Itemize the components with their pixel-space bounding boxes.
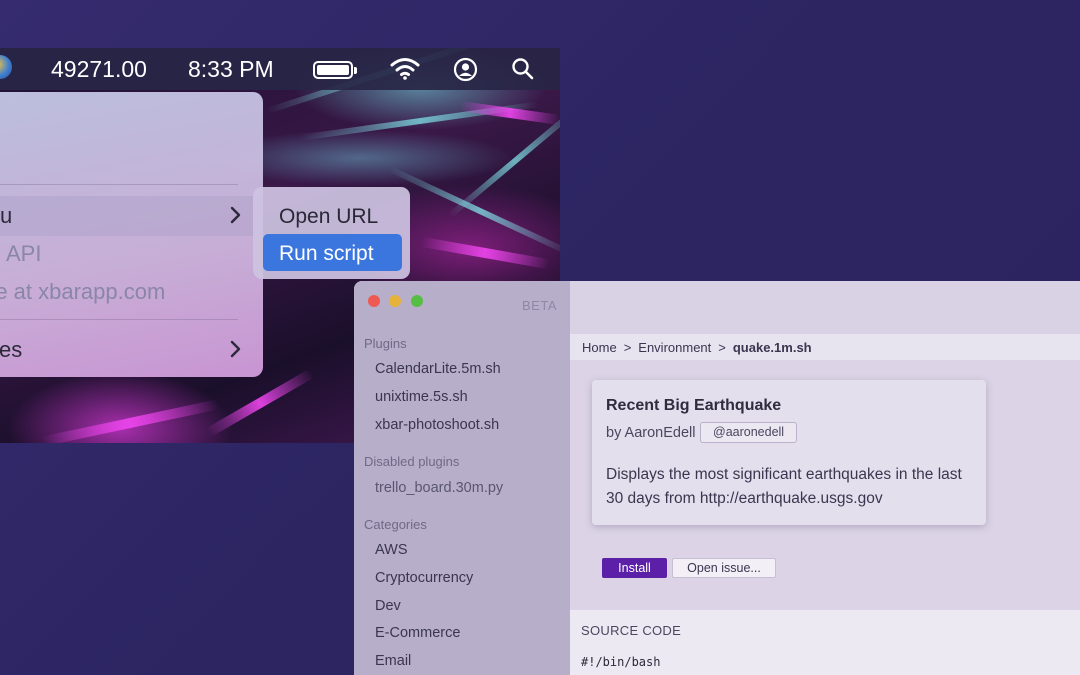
xbar-app-window: BETA Plugins CalendarLite.5m.sh unixtime… [354, 281, 1080, 675]
menu-item-preferences[interactable]: ces [0, 330, 263, 370]
sidebar-item-plugin[interactable]: xbar-photoshoot.sh [375, 417, 499, 433]
submenu: Open URL Run script [253, 187, 410, 279]
plugin-description: Displays the most significant earthquake… [606, 466, 962, 507]
sidebar-item-category[interactable]: Dev [375, 598, 401, 614]
submenu-open-url[interactable]: Open URL [263, 197, 402, 234]
menu-separator [0, 184, 238, 185]
install-button[interactable]: Install [602, 558, 667, 578]
source-code-block: #!/bin/bash [581, 655, 661, 669]
plugin-author: by AaronEdell [606, 425, 696, 441]
menu-separator [0, 319, 238, 320]
menu-item-xbarapp[interactable]: re at xbarapp.com [0, 272, 263, 312]
menu-bar: 49271.00 8:33 PM [0, 48, 560, 90]
breadcrumb-home[interactable]: Home [582, 340, 617, 355]
title-bar [570, 281, 1080, 334]
source-code-heading: SOURCE CODE [581, 623, 682, 638]
sidebar-item-plugin[interactable]: unixtime.5s.sh [375, 389, 468, 405]
chevron-right-icon [230, 206, 241, 224]
breadcrumb: Home > Environment > quake.1m.sh [570, 334, 1080, 360]
menu-item-label: u [0, 203, 13, 228]
breadcrumb-current: quake.1m.sh [732, 339, 812, 355]
user-circle-icon[interactable] [453, 57, 478, 82]
minimize-window-button[interactable] [389, 295, 401, 307]
sidebar-item-category[interactable]: AWS [375, 542, 408, 558]
sidebar-heading-plugins: Plugins [364, 336, 407, 351]
open-issue-button[interactable]: Open issue... [672, 558, 776, 578]
menubar-clock[interactable]: 8:33 PM [188, 56, 274, 83]
search-icon[interactable] [511, 57, 535, 81]
wifi-icon[interactable] [390, 57, 420, 81]
sidebar-item-category[interactable]: Email [375, 653, 411, 669]
menu-item-api[interactable]: API [0, 234, 263, 274]
breadcrumb-separator: > [718, 339, 726, 355]
plugin-title: Recent Big Earthquake [606, 397, 782, 414]
menubar-counter[interactable]: 49271.00 [51, 56, 147, 83]
author-handle-link[interactable]: @aaronedell [700, 422, 798, 443]
plugin-detail-pane: Home > Environment > quake.1m.sh Recent … [570, 281, 1080, 675]
sidebar-item-category[interactable]: E-Commerce [375, 625, 460, 641]
menu-item-label: re at xbarapp.com [0, 279, 166, 304]
breadcrumb-section[interactable]: Environment [638, 340, 711, 355]
menu-item-label: API [6, 241, 42, 266]
breadcrumb-separator: > [623, 339, 632, 355]
zoom-window-button[interactable] [411, 295, 423, 307]
submenu-item-label: Open URL [279, 205, 379, 228]
globe-icon[interactable] [0, 55, 12, 79]
sidebar-item-plugin[interactable]: CalendarLite.5m.sh [375, 361, 501, 377]
menu-item-submenu-parent[interactable]: u [0, 196, 263, 236]
sidebar-item-category[interactable]: Cryptocurrency [375, 570, 473, 586]
sidebar: BETA Plugins CalendarLite.5m.sh unixtime… [354, 281, 570, 675]
sidebar-heading-disabled: Disabled plugins [364, 454, 460, 469]
source-code-section: SOURCE CODE #!/bin/bash [570, 610, 1080, 675]
menu-item-label: ces [0, 337, 23, 362]
sidebar-heading-categories: Categories [364, 517, 427, 532]
close-window-button[interactable] [368, 295, 380, 307]
sidebar-item-disabled-plugin[interactable]: trello_board.30m.py [375, 480, 503, 496]
plugin-card: Recent Big Earthquake by AaronEdell @aar… [592, 380, 986, 525]
submenu-run-script[interactable]: Run script [263, 234, 402, 271]
submenu-item-label: Run script [279, 242, 374, 265]
battery-icon[interactable] [313, 61, 357, 79]
plugin-dropdown-menu: u API re at xbarapp.com ces [0, 92, 263, 377]
beta-label: BETA [522, 298, 557, 313]
chevron-right-icon [230, 340, 241, 358]
